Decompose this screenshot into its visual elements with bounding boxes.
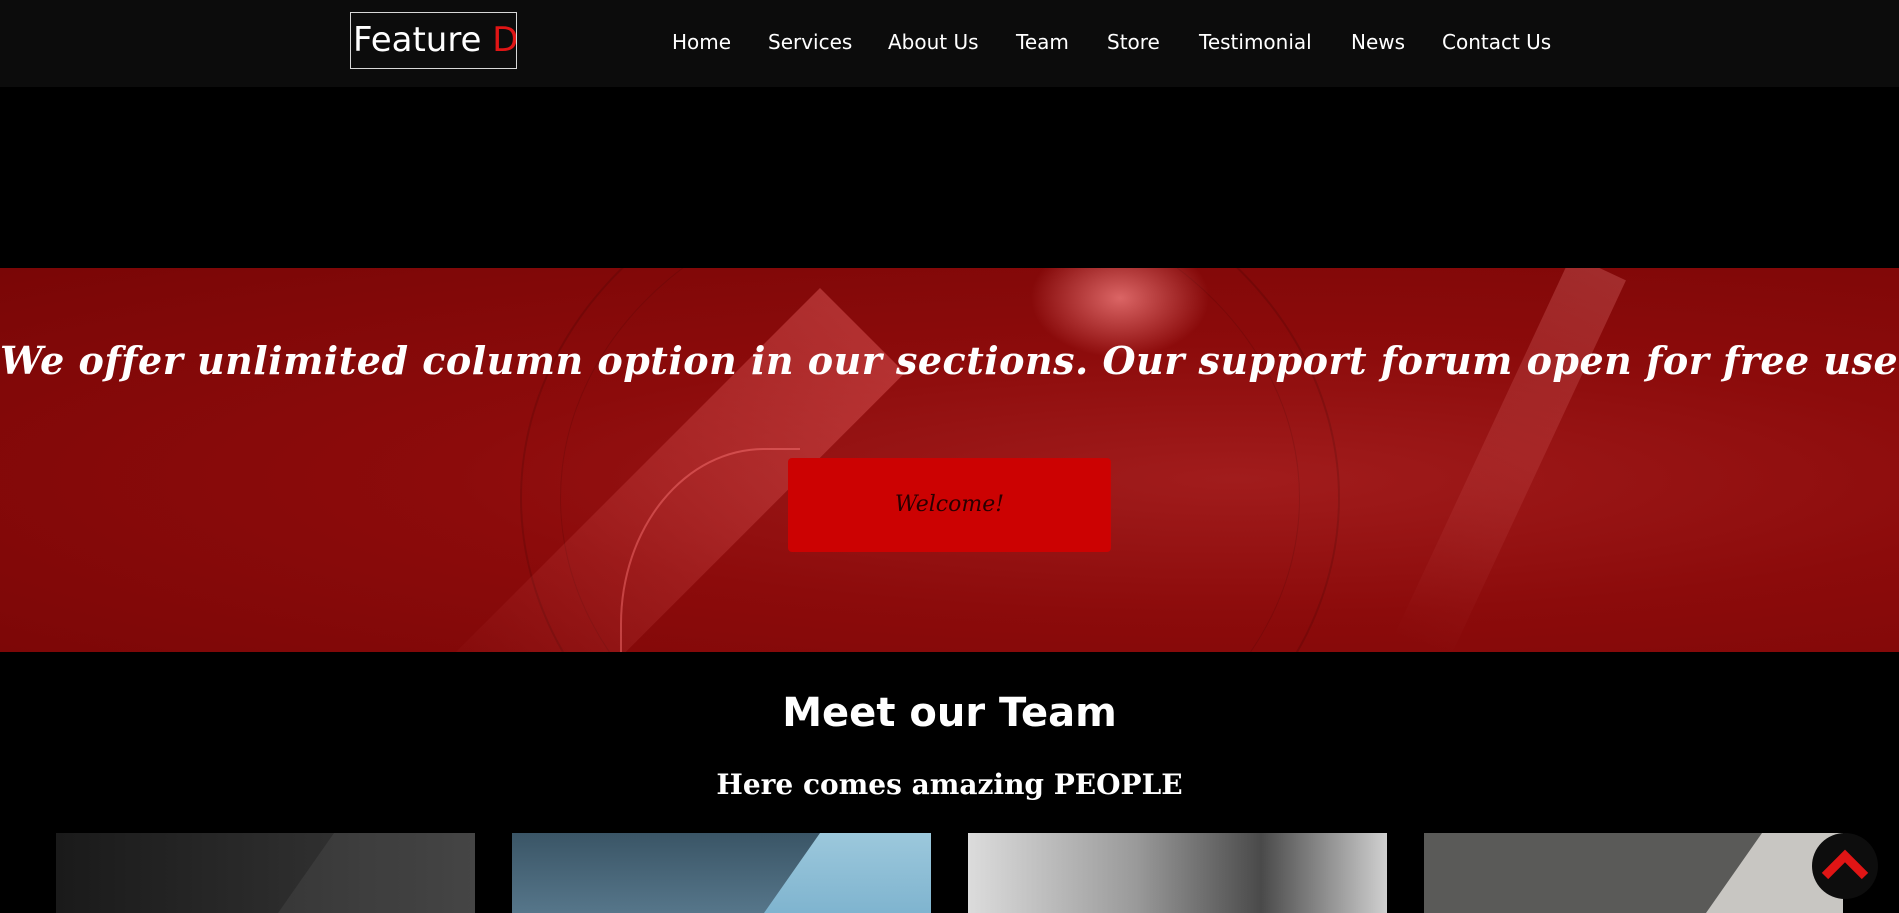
nav-link-team[interactable]: Team <box>1016 30 1069 54</box>
nav-link-testimonial[interactable]: Testimonial <box>1199 30 1312 54</box>
site-logo[interactable]: Feature D <box>350 12 517 69</box>
nav-link-news[interactable]: News <box>1351 30 1405 54</box>
banner-decoration <box>1394 268 1626 652</box>
banner-headline: We offer unlimited column option in our … <box>0 338 1899 383</box>
team-section-title: Meet our Team <box>782 690 1117 736</box>
team-member-photo[interactable] <box>1424 833 1843 913</box>
team-member-photo[interactable] <box>512 833 931 913</box>
nav-link-contact-us[interactable]: Contact Us <box>1442 30 1551 54</box>
promo-banner: We offer unlimited column option in our … <box>0 268 1899 652</box>
logo-accent-letter: D <box>492 20 517 60</box>
scroll-to-top-button[interactable] <box>1812 833 1878 899</box>
team-member-photo[interactable] <box>56 833 475 913</box>
team-member-photo[interactable] <box>968 833 1387 913</box>
welcome-button[interactable]: Welcome! <box>788 458 1111 552</box>
nav-link-services[interactable]: Services <box>768 30 852 54</box>
chevron-up-icon <box>1820 847 1870 885</box>
team-section-subtitle: Here comes amazing PEOPLE <box>716 768 1183 801</box>
nav-link-home[interactable]: Home <box>672 30 731 54</box>
nav-link-about-us[interactable]: About Us <box>888 30 979 54</box>
navbar: Feature D Home Services About Us Team St… <box>0 0 1899 87</box>
nav-link-store[interactable]: Store <box>1107 30 1160 54</box>
logo-text: Feature <box>353 20 482 60</box>
